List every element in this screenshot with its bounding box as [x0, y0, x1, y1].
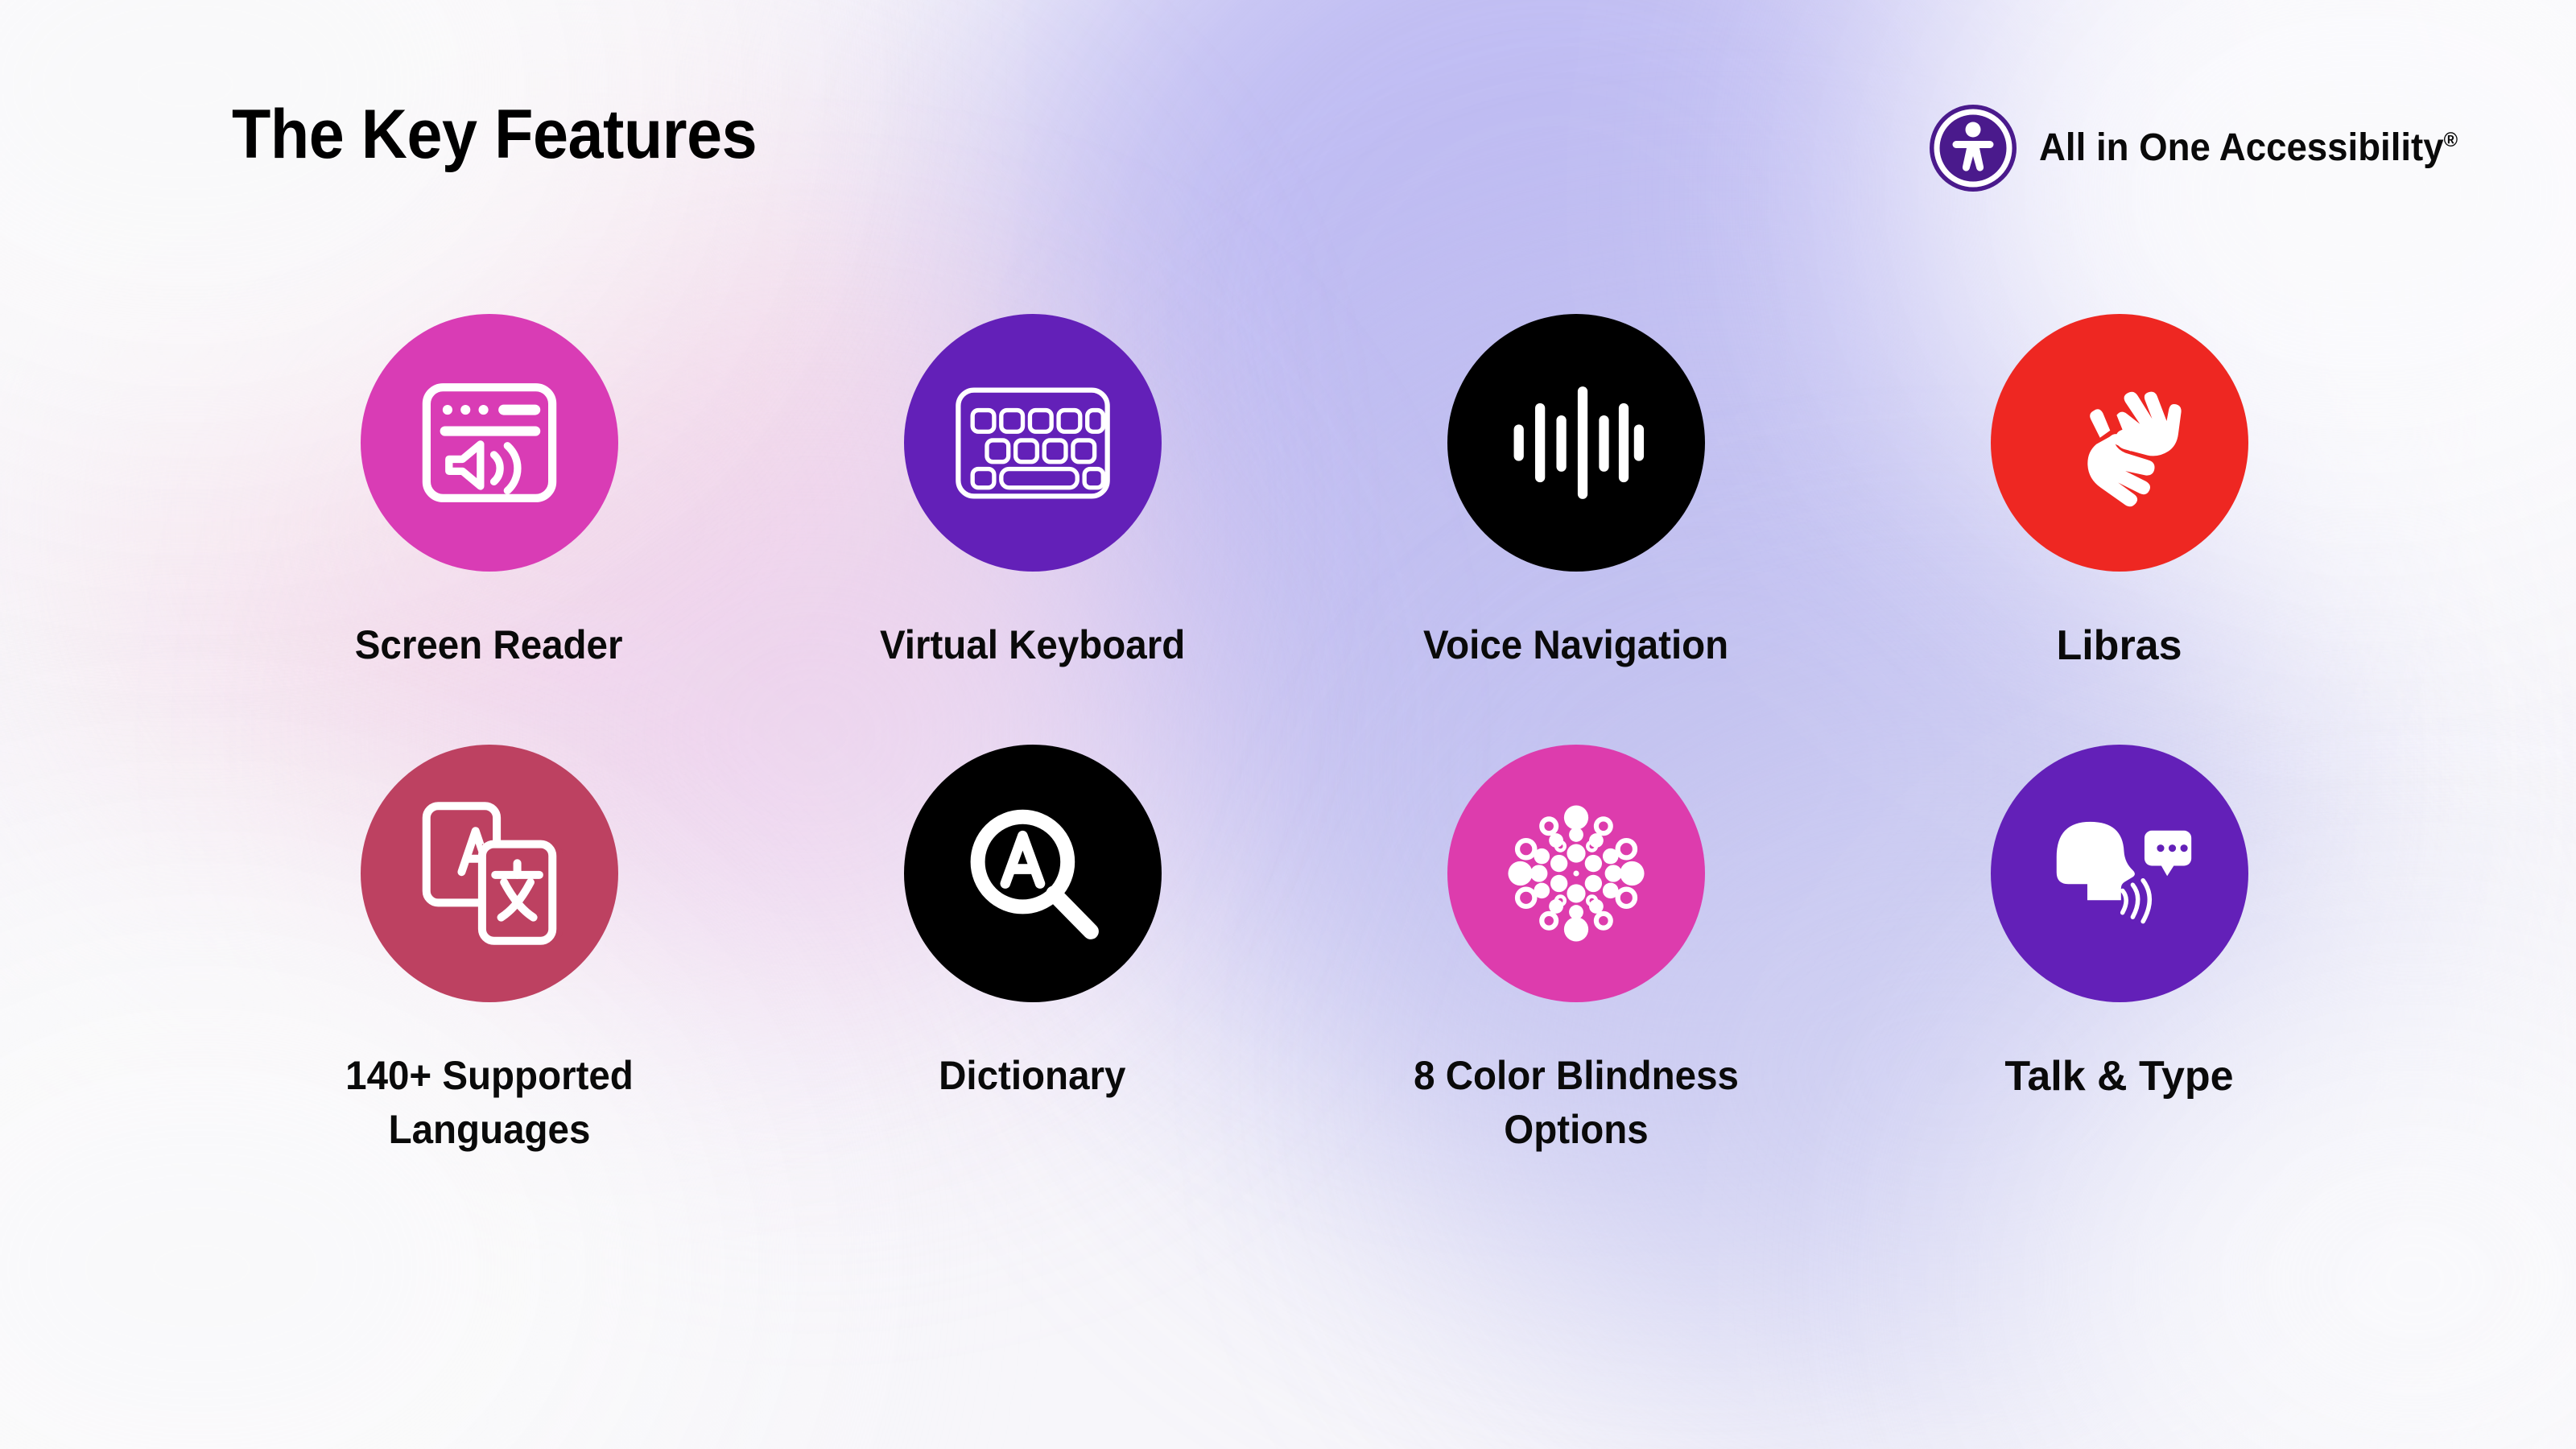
- talk-type-icon-circle: [1990, 745, 2248, 1003]
- feature-card-color-blindness[interactable]: 8 Color Blindness Options: [1304, 745, 1847, 1156]
- feature-card-voice-navigation[interactable]: Voice Navigation: [1304, 314, 1847, 674]
- key-features-slide: The Key Features All in One Accessibilit…: [0, 0, 2576, 1449]
- voice-navigation-icon-circle: [1447, 314, 1705, 572]
- screen-reader-icon: [415, 368, 564, 518]
- feature-card-supported-languages[interactable]: 140+ Supported Languages: [217, 745, 761, 1156]
- feature-label: Dictionary: [939, 1053, 1126, 1099]
- languages-icon-circle: [360, 745, 618, 1003]
- ishihara-dots-icon: [1505, 802, 1648, 945]
- feature-card-libras[interactable]: Libras: [1847, 314, 2391, 674]
- virtual-keyboard-icon: [954, 386, 1112, 501]
- feature-label: Libras: [2056, 622, 2182, 669]
- feature-card-screen-reader[interactable]: Screen Reader: [217, 314, 761, 674]
- screen-reader-icon-circle: [360, 314, 618, 572]
- speaking-head-chat-icon: [2046, 811, 2193, 936]
- feature-card-virtual-keyboard[interactable]: Virtual Keyboard: [761, 314, 1304, 674]
- magnifier-letter-a-icon: [960, 801, 1105, 946]
- features-grid: Screen Reader Virtual Keyboard Voice Nav…: [217, 314, 2391, 1156]
- accessibility-person-icon: [1928, 103, 2018, 193]
- brand-name-text: All in One Accessibility: [2038, 126, 2444, 169]
- feature-label: Talk & Type: [2004, 1053, 2234, 1100]
- translate-cards-icon: [416, 800, 563, 947]
- color-blindness-icon-circle: [1447, 745, 1705, 1003]
- virtual-keyboard-icon-circle: [903, 314, 1162, 572]
- page-title: The Key Features: [232, 96, 758, 173]
- feature-label: Virtual Keyboard: [879, 622, 1186, 667]
- feature-label: 8 Color Blindness Options: [1413, 1053, 1739, 1152]
- feature-label: 140+ Supported Languages: [345, 1053, 634, 1152]
- feature-label: Screen Reader: [355, 622, 623, 667]
- sign-language-hands-icon: [2047, 370, 2192, 515]
- feature-card-talk-and-type[interactable]: Talk & Type: [1847, 745, 2391, 1156]
- feature-label: Voice Navigation: [1422, 622, 1729, 667]
- libras-icon-circle: [1990, 314, 2248, 572]
- brand-name: All in One Accessibility®: [2039, 129, 2458, 167]
- feature-card-dictionary[interactable]: Dictionary: [761, 745, 1304, 1156]
- voice-waveform-icon: [1508, 374, 1645, 511]
- dictionary-icon-circle: [903, 745, 1162, 1003]
- trademark-symbol: ®: [2443, 129, 2458, 151]
- brand-lockup: All in One Accessibility®: [1928, 103, 2479, 193]
